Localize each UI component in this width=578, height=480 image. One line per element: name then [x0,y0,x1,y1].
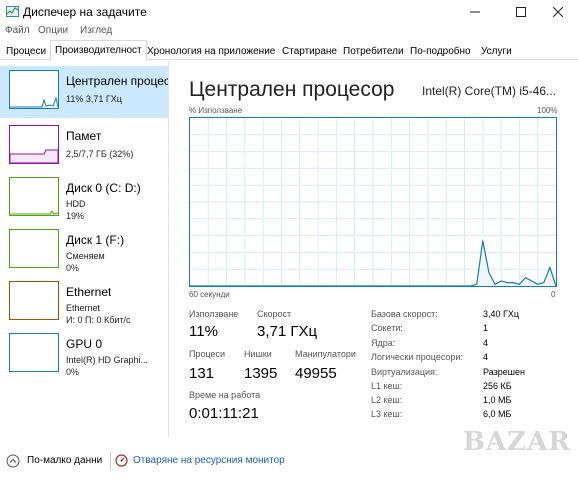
sidebar-item-detail: HDD [66,199,86,209]
processes-label: Процеси [189,349,226,359]
threads-value: 1395 [244,365,278,382]
close-button[interactable] [538,0,578,24]
resource-monitor-button[interactable] [115,454,128,467]
tab-bar: Процеси Производителност Хронология на п… [0,40,578,61]
footer-divider [110,452,111,470]
uptime-value: 0:01:11:21 [189,405,259,422]
info-virtualization-label: Виртуализация: [371,367,438,377]
chevron-up-circle-icon [6,454,20,468]
resource-sidebar: Централен процесор 11% 3,71 ГХц Памет 2,… [0,61,169,437]
sidebar-item-ethernet[interactable]: Ethernet Ethernet И: 0 П: 0 Кбит/с [0,277,168,329]
memory-thumbnail-fill [10,149,58,163]
utilization-label: Използване [189,309,239,319]
info-l2-cache-value: 1,0 МБ [483,395,512,405]
fewer-details-button[interactable] [6,454,20,468]
minimize-button[interactable] [455,0,495,24]
info-logical-processors-value: 4 [483,352,489,362]
info-cores-label: Ядра: [371,338,396,348]
maximize-icon [516,7,526,17]
cpu-thumbnail-line [10,96,58,108]
title-bar: Диспечер на задачите [0,0,578,24]
info-sockets-label: Сокети: [371,323,403,333]
tab-startup[interactable]: Стартиране [277,42,342,60]
sidebar-item-detail: Intel(R) HD Graphi... [66,355,149,365]
window-title: Диспечер на задачите [23,5,147,19]
sidebar-item-label: Централен процесор [66,74,168,88]
handles-label: Манипулатори [295,349,356,359]
task-manager-icon [6,6,19,17]
disk1-thumbnail-graph [9,229,59,268]
sidebar-item-disk-0[interactable]: Диск 0 (C: D:) HDD 19% [0,173,168,225]
sidebar-item-detail: Ethernet [66,303,101,313]
menu-file[interactable]: Файл [5,25,30,36]
tab-details[interactable]: По-подробно [405,42,476,60]
sidebar-item-label: Памет [66,129,102,143]
tab-users[interactable]: Потребители [338,42,409,60]
sidebar-item-usage: 0% [66,367,80,377]
graph-x-label: 60 секунди [189,290,230,299]
processes-value: 131 [189,365,215,382]
disk0-thumbnail-line [10,210,58,215]
ethernet-thumbnail-graph [9,281,59,320]
cpu-details-panel: Централен процесор Intel(R) Core(TM) i5-… [170,61,578,437]
info-l1-cache-label: L1 кеш: [371,381,403,391]
sidebar-item-detail: 2,5/7,7 ГБ (32%) [66,149,134,159]
resource-monitor-icon [115,454,128,467]
graph-y-max-label: 100% [537,106,558,115]
utilization-value: 11% [189,323,218,340]
speed-value: 3,71 ГХц [257,323,318,340]
sidebar-item-detail: 11% 3,71 ГХц [66,94,122,104]
close-icon [553,7,563,17]
info-l1-cache-value: 256 КБ [483,381,512,391]
info-base-speed-value: 3,40 ГХц [483,309,520,319]
cpu-thumbnail-graph [9,70,59,109]
info-cores-value: 4 [483,338,489,348]
tab-app-history[interactable]: Хронология на приложение [142,42,280,60]
graph-y-label: % Използване [189,106,243,115]
maximize-button[interactable] [501,0,541,24]
uptime-label: Време на работа [189,390,261,400]
info-l3-cache-value: 6,0 МБ [483,409,512,419]
watermark: BAZAR [463,427,571,457]
sidebar-item-gpu[interactable]: GPU 0 Intel(R) HD Graphi... 0% [0,329,168,381]
info-virtualization-value: Разрешен [483,367,525,377]
cpu-usage-graph [189,117,557,287]
tab-services[interactable]: Услуги [476,42,517,60]
fewer-details-link[interactable]: По-малко данни [27,455,102,466]
cpu-model-name: Intel(R) Core(TM) i5-46... [422,84,557,98]
sidebar-item-label: Ethernet [66,285,112,299]
menu-options[interactable]: Опции [38,25,68,36]
sidebar-item-usage: 19% [66,211,85,221]
info-sockets-value: 1 [483,323,489,333]
sidebar-item-cpu[interactable]: Централен процесор 11% 3,71 ГХц [0,66,168,118]
open-resource-monitor-link[interactable]: Отваряне на ресурсния монитор [133,455,285,466]
info-l3-cache-label: L3 кеш: [371,409,403,419]
speed-label: Скорост [257,309,292,319]
threads-label: Нишки [244,349,272,359]
cpu-usage-chart [190,118,557,287]
gpu-thumbnail-graph [9,333,59,372]
sidebar-item-memory[interactable]: Памет 2,5/7,7 ГБ (32%) [0,121,168,173]
menu-view[interactable]: Изглед [80,25,112,36]
graph-x-min-label: 0 [551,290,556,299]
sidebar-item-usage: 0% [66,263,80,273]
minimize-icon [470,11,480,13]
sidebar-item-label: Диск 1 (F:) [66,233,125,247]
handles-value: 49955 [295,365,337,382]
tab-performance[interactable]: Производителност [50,40,147,61]
memory-thumbnail-graph [9,125,59,164]
info-logical-processors-label: Логически процесори: [371,352,463,362]
sidebar-item-label: Диск 0 (C: D:) [66,181,141,195]
menu-bar: Файл Опции Изглед [0,24,578,40]
info-l2-cache-label: L2 кеш: [371,395,403,405]
sidebar-item-label: GPU 0 [66,337,103,351]
disk0-thumbnail-graph [9,177,59,216]
tab-processes[interactable]: Процеси [1,42,51,60]
info-base-speed-label: Базова скорост: [371,309,438,319]
sidebar-item-disk-1[interactable]: Диск 1 (F:) Сменяем 0% [0,225,168,277]
page-title: Централен процесор [189,78,395,101]
sidebar-item-throughput: И: 0 П: 0 Кбит/с [66,315,131,325]
sidebar-item-detail: Сменяем [66,251,105,261]
